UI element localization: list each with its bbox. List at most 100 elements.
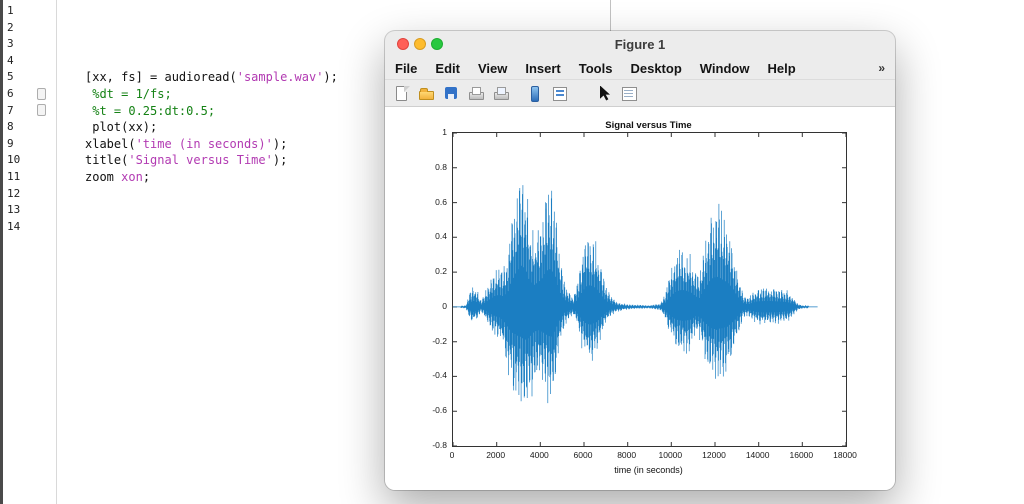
titlebar[interactable]: Figure 1: [385, 31, 895, 57]
y-tick-label: -0.6: [432, 405, 447, 416]
zoom-button[interactable]: [431, 38, 443, 50]
y-tick-label: 1: [442, 127, 447, 137]
menu-desktop[interactable]: Desktop: [630, 61, 681, 76]
desktop: 1 2 3 4 5 6 7 8 9 10 11 12 13 14 [xx, fs] = audioread…: [0, 0, 1024, 504]
code-line[interactable]: %t = 0.25:dt:0.5;: [85, 103, 338, 120]
code-line[interactable]: [85, 20, 338, 37]
line-number: 1: [7, 4, 14, 17]
y-tick-label: -0.8: [432, 440, 447, 450]
waveform-plot: [453, 133, 846, 446]
print-preview-icon: [493, 85, 510, 102]
edit-plot-button[interactable]: [594, 83, 615, 104]
x-tick-label: 16000: [789, 450, 814, 460]
background-window-edge: [610, 0, 611, 31]
line-number-gutter: 1 2 3 4 5 6 7 8 9 10 11 12 13 14: [3, 3, 33, 235]
line-number: 11: [7, 169, 21, 183]
code-segment: ;: [142, 169, 151, 184]
menu-edit[interactable]: Edit: [435, 61, 460, 76]
line-number: 12: [7, 186, 21, 200]
code-fold-marker[interactable]: [37, 88, 46, 100]
code-line[interactable]: %dt = 1/fs;: [85, 86, 338, 103]
code-segment: plot(xx);: [85, 120, 158, 135]
code-segment: %t = 0.25:dt:0.5;: [85, 103, 216, 118]
code-segment: xlabel(: [85, 136, 136, 151]
x-tick-label: 2000: [486, 450, 506, 460]
window-title: Figure 1: [614, 36, 666, 52]
code-line[interactable]: [85, 3, 338, 20]
code-line[interactable]: plot(xx);: [85, 119, 338, 136]
menu-tools[interactable]: Tools: [579, 61, 613, 76]
line-number: 14: [7, 219, 21, 233]
y-tick-label: 0.8: [435, 161, 447, 172]
x-tick-label: 4000: [529, 450, 549, 460]
x-tick-label: 12000: [702, 450, 726, 460]
print-preview-button[interactable]: [491, 83, 512, 104]
code-line[interactable]: [85, 202, 338, 219]
code-segment: title(: [85, 153, 129, 168]
code-line[interactable]: [85, 186, 338, 203]
code-segment: xon: [121, 169, 143, 184]
line-number: 6: [7, 86, 14, 100]
menu-overflow-icon[interactable]: »: [878, 61, 885, 75]
code-area[interactable]: [xx, fs] = audioread('sample.wav'); %dt …: [57, 3, 338, 235]
line-number: 8: [7, 120, 14, 134]
print-icon: [468, 85, 485, 102]
line-number: 2: [7, 20, 14, 34]
code-line[interactable]: zoom xon;: [85, 169, 338, 186]
code-segment: );: [272, 136, 288, 151]
code-line[interactable]: title('Signal versus Time');: [85, 152, 338, 169]
line-number: 4: [7, 53, 14, 67]
line-number: 13: [7, 203, 21, 217]
code-segment: 'Signal versus Time': [128, 153, 273, 168]
y-tick-label: 0.6: [435, 196, 447, 207]
y-tick-label: -0.2: [432, 335, 447, 346]
menu-view[interactable]: View: [478, 61, 507, 76]
y-tick-label: 0: [442, 300, 447, 311]
minimize-button[interactable]: [414, 38, 426, 50]
menu-help[interactable]: Help: [767, 61, 795, 76]
code-segment: 'sample.wav': [236, 70, 324, 85]
plot-title: Signal versus Time: [605, 120, 692, 131]
new-figure-button[interactable]: [391, 83, 412, 104]
line-number: 7: [7, 103, 14, 117]
colorbar-icon: [526, 85, 543, 102]
figure-window: Figure 1 » File Edit View Insert Tools Deskto…: [385, 31, 895, 490]
code-segment: );: [323, 70, 338, 85]
open-file-button[interactable]: [416, 83, 437, 104]
code-segment: zoom: [85, 169, 122, 184]
code-line[interactable]: [85, 219, 338, 236]
line-number: 10: [7, 153, 21, 167]
line-number: 9: [7, 136, 14, 150]
plot-axes[interactable]: [452, 132, 847, 447]
menu-insert[interactable]: Insert: [525, 61, 560, 76]
print-button[interactable]: [466, 83, 487, 104]
line-number: 3: [7, 37, 14, 51]
x-tick-label: 14000: [745, 450, 770, 460]
code-line[interactable]: [85, 53, 338, 70]
code-segment: %dt = 1/fs;: [85, 86, 172, 101]
menu-window[interactable]: Window: [700, 61, 750, 76]
menu-bar: » File Edit View Insert Tools Desktop Window He…: [385, 57, 895, 80]
y-tick-label: -0.4: [432, 370, 447, 381]
code-segment: 'time (in seconds)': [135, 136, 273, 151]
code-line[interactable]: [xx, fs] = audioread('sample.wav');: [85, 69, 338, 86]
code-line[interactable]: [85, 36, 338, 53]
save-figure-button[interactable]: [441, 83, 462, 104]
close-button[interactable]: [397, 38, 409, 50]
code-fold-marker[interactable]: [37, 104, 46, 116]
colorbar-button[interactable]: [524, 83, 545, 104]
insert-legend-button[interactable]: [549, 83, 570, 104]
toolbar: [385, 80, 895, 107]
x-axis-label: time (in seconds): [614, 465, 683, 475]
code-editor[interactable]: 1 2 3 4 5 6 7 8 9 10 11 12 13 14 [xx, fs] = audioread…: [3, 0, 383, 504]
plot-browser-button[interactable]: [619, 83, 640, 104]
x-tick-label: 8000: [617, 450, 637, 460]
code-line[interactable]: xlabel('time (in seconds)');: [85, 136, 338, 153]
x-tick-label: 0: [449, 450, 455, 460]
figure-canvas[interactable]: Signal versus Time 1 0.8 0.6 0.4 0.2 0 -0.2 -0.…: [385, 107, 895, 490]
x-tick-label: 6000: [573, 450, 593, 460]
menu-file[interactable]: File: [395, 61, 417, 76]
insert-legend-icon: [551, 85, 568, 102]
traffic-lights: [397, 38, 443, 50]
edit-plot-icon: [596, 85, 613, 102]
